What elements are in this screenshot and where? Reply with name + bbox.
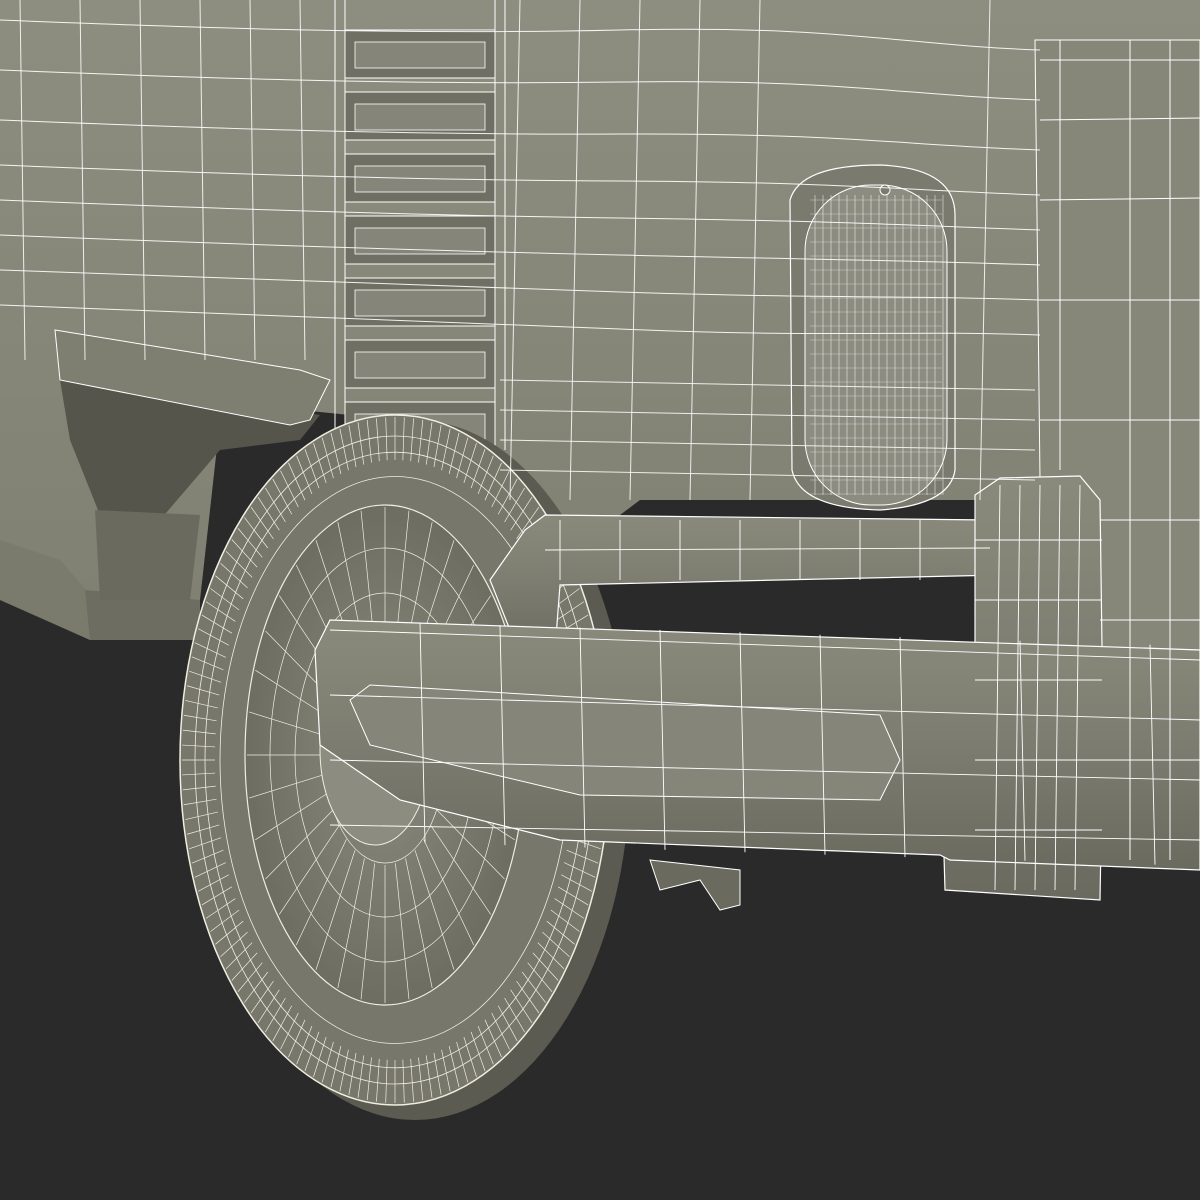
tail-light	[789, 164, 956, 511]
side-vents	[334, 0, 506, 451]
vent-slat-inner	[354, 289, 486, 317]
vent-slat-inner	[354, 351, 486, 379]
vent-slat-inner	[354, 41, 486, 69]
vent-slat-inner	[354, 103, 486, 131]
tail-light-screw	[879, 184, 891, 196]
wireframe-render-viewport	[0, 0, 1200, 1200]
